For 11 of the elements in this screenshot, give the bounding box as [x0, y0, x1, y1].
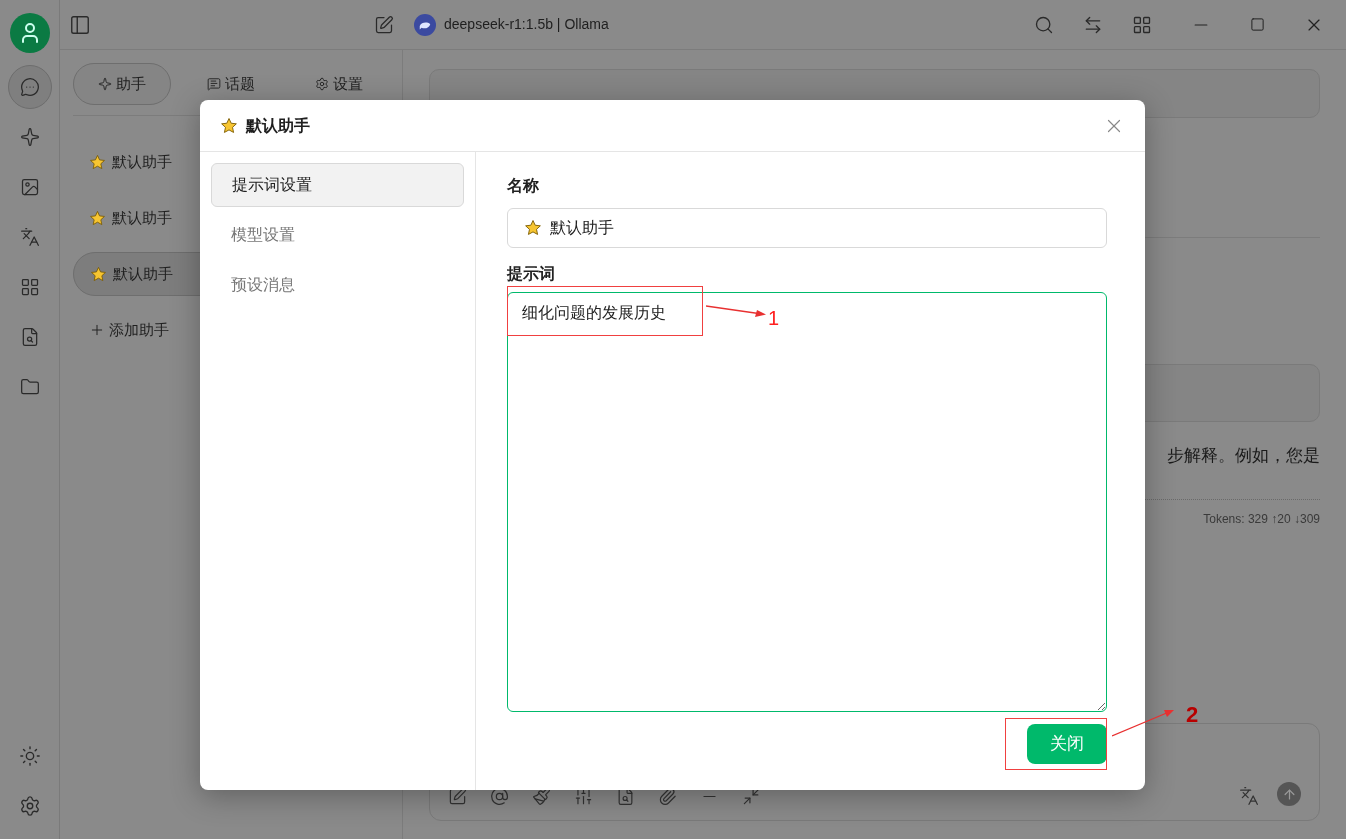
prompt-label: 提示词: [507, 264, 556, 284]
assistant-name: 默认助手: [113, 263, 173, 284]
token-count: Tokens: 329 ↑20 ↓309: [1203, 510, 1320, 528]
message-text: 步解释。例如，您是: [1167, 445, 1320, 467]
name-label: 名称: [507, 176, 540, 196]
assistant-name: 默认助手: [112, 151, 172, 172]
annotation-number: 2: [1186, 701, 1199, 729]
assistant-name: 默认助手: [112, 207, 172, 228]
name-value: 默认助手: [550, 218, 614, 238]
annotation-number: 1: [768, 306, 780, 331]
dialog-title: 默认助手: [246, 115, 310, 136]
